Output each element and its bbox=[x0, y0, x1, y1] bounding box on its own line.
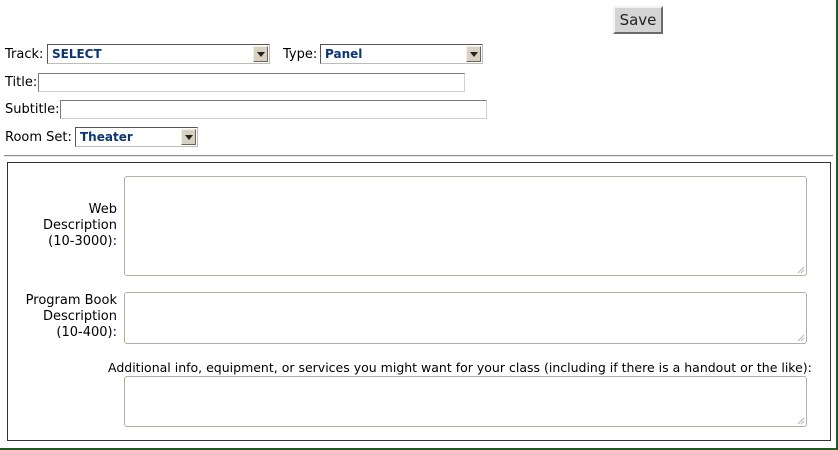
web-description-label: Web Description (10-3000): bbox=[42, 202, 117, 249]
resize-grip-icon[interactable] bbox=[797, 266, 805, 274]
title-label: Title: bbox=[5, 75, 38, 90]
track-select-value: SELECT bbox=[52, 47, 102, 61]
section-divider bbox=[4, 155, 833, 157]
type-select[interactable]: Panel bbox=[320, 44, 483, 64]
subtitle-label: Subtitle: bbox=[5, 102, 60, 117]
resize-grip-icon[interactable] bbox=[797, 334, 805, 342]
title-field[interactable] bbox=[38, 73, 465, 92]
additional-info-label: Additional info, equipment, or services … bbox=[108, 360, 812, 375]
room-set-label: Room Set: bbox=[5, 130, 72, 145]
program-book-description-label: Program Book Description (10-400): bbox=[25, 293, 117, 340]
web-description-textarea[interactable] bbox=[124, 176, 807, 276]
program-book-description-textarea[interactable] bbox=[124, 292, 807, 344]
room-set-select-value: Theater bbox=[80, 130, 133, 144]
type-label: Type: bbox=[283, 47, 318, 62]
track-select[interactable]: SELECT bbox=[47, 44, 270, 64]
track-label: Track: bbox=[5, 47, 44, 62]
type-select-value: Panel bbox=[325, 47, 363, 61]
resize-grip-icon[interactable] bbox=[797, 417, 805, 425]
subtitle-field[interactable] bbox=[60, 100, 487, 119]
chevron-down-icon[interactable] bbox=[181, 129, 196, 145]
room-set-select[interactable]: Theater bbox=[75, 127, 198, 147]
save-button[interactable]: Save bbox=[613, 6, 663, 34]
chevron-down-icon[interactable] bbox=[466, 46, 481, 62]
additional-info-textarea[interactable] bbox=[124, 376, 807, 427]
chevron-down-icon[interactable] bbox=[253, 46, 268, 62]
